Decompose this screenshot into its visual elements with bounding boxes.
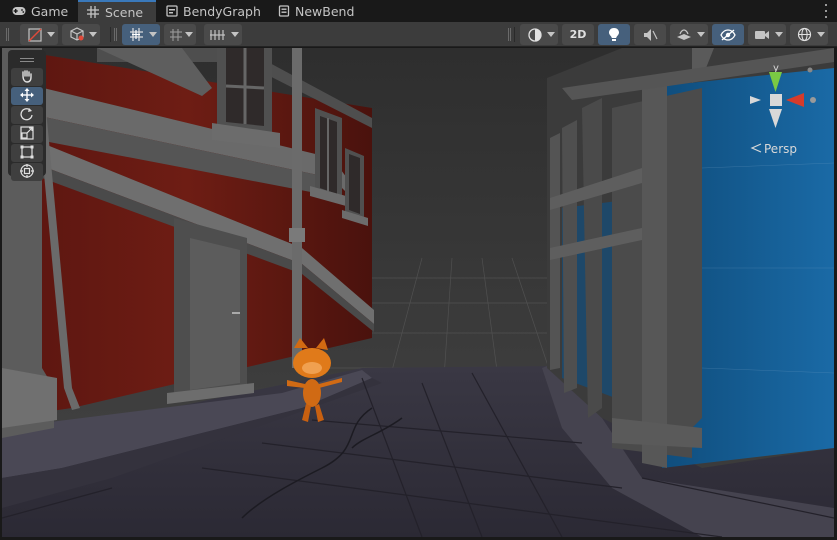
move-tool-icon bbox=[20, 87, 34, 105]
projection-label: Persp bbox=[764, 142, 797, 156]
tab-game[interactable]: Game bbox=[4, 0, 76, 22]
shading-dropdown[interactable] bbox=[62, 24, 100, 45]
tab-scene[interactable]: Scene bbox=[78, 0, 156, 22]
move-snap-dropdown[interactable] bbox=[122, 24, 160, 45]
document-icon bbox=[278, 4, 290, 18]
grid-hash-icon bbox=[86, 5, 100, 19]
draw-mode-icon bbox=[28, 27, 42, 42]
toolbar-grip bbox=[6, 28, 10, 41]
tab-bar: Game Scene BendyGraph NewBend bbox=[0, 0, 837, 22]
more-options-icon[interactable] bbox=[821, 4, 831, 18]
tab-label: Scene bbox=[105, 4, 144, 20]
grid-snap-icon bbox=[169, 28, 183, 42]
scene-viewport[interactable]: y Persp bbox=[2, 48, 834, 537]
lighting-toggle-button[interactable] bbox=[598, 24, 630, 45]
move-tool-button[interactable] bbox=[11, 87, 43, 105]
increment-snap-icon bbox=[210, 28, 226, 42]
gizmos-icon bbox=[797, 27, 812, 42]
camera-icon bbox=[754, 29, 770, 41]
camera-dropdown[interactable] bbox=[748, 24, 786, 45]
rect-tool-button[interactable] bbox=[11, 144, 43, 162]
rotate-tool-button[interactable] bbox=[11, 106, 43, 124]
overlay-drag-handle[interactable] bbox=[11, 53, 43, 67]
transform-tool-icon bbox=[20, 163, 34, 181]
perspective-chevron-icon bbox=[750, 142, 762, 156]
effects-icon bbox=[676, 28, 692, 42]
shading-cube-icon bbox=[69, 27, 85, 42]
rotate-tool-icon bbox=[20, 107, 34, 124]
toolbar-grip bbox=[114, 28, 118, 41]
audio-toggle-button[interactable] bbox=[634, 24, 666, 45]
tab-label: BendyGraph bbox=[183, 3, 261, 19]
transform-tool-button[interactable] bbox=[11, 163, 43, 181]
grid-snap-dropdown[interactable] bbox=[164, 24, 196, 45]
hand-tool-button[interactable] bbox=[11, 68, 43, 86]
render-mode-dropdown[interactable] bbox=[520, 24, 558, 45]
increment-snap-dropdown[interactable] bbox=[204, 24, 242, 45]
2d-toggle-button[interactable]: 2D bbox=[562, 24, 594, 45]
tools-overlay bbox=[8, 50, 46, 181]
tab-bendygraph[interactable]: BendyGraph bbox=[158, 0, 262, 22]
gamepad-icon bbox=[12, 4, 26, 18]
tab-label: Game bbox=[31, 3, 69, 19]
projection-toggle[interactable]: Persp bbox=[750, 142, 797, 156]
scene-toolbar: 2D bbox=[0, 22, 837, 47]
scene-render bbox=[2, 48, 834, 537]
scene-visibility-toggle[interactable] bbox=[712, 24, 744, 45]
scale-tool-icon bbox=[20, 125, 34, 143]
scale-tool-button[interactable] bbox=[11, 125, 43, 143]
tab-newbend[interactable]: NewBend bbox=[270, 0, 360, 22]
hand-tool-icon bbox=[20, 69, 34, 86]
draw-mode-dropdown[interactable] bbox=[20, 24, 58, 45]
lighting-bulb-icon bbox=[608, 27, 620, 42]
rect-tool-icon bbox=[20, 145, 34, 162]
graph-icon bbox=[166, 4, 178, 18]
render-mode-sphere-icon bbox=[527, 27, 542, 42]
tab-label: NewBend bbox=[295, 3, 355, 19]
gizmos-dropdown[interactable] bbox=[790, 24, 828, 45]
audio-mute-icon bbox=[643, 28, 658, 42]
move-snap-icon bbox=[129, 27, 144, 42]
toolbar-grip bbox=[508, 28, 512, 41]
effects-dropdown[interactable] bbox=[670, 24, 708, 45]
visibility-toggle-icon bbox=[720, 28, 736, 41]
